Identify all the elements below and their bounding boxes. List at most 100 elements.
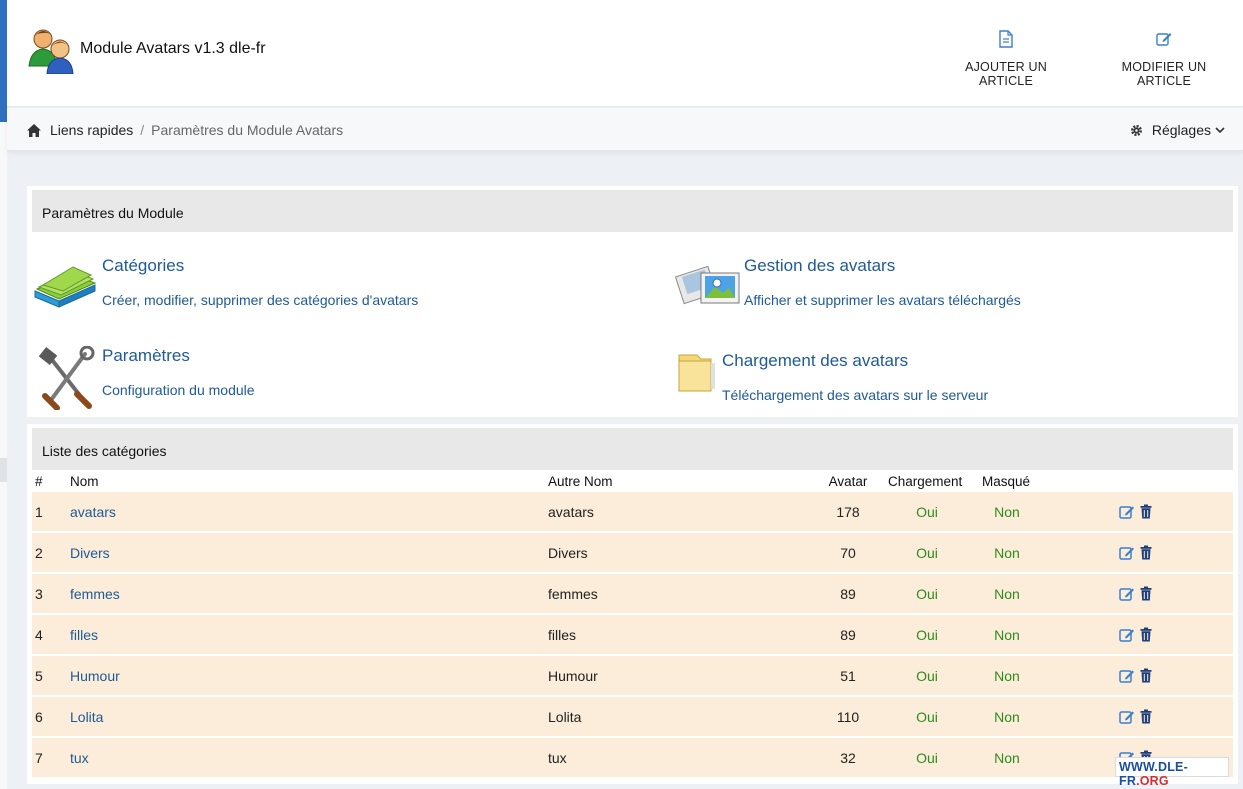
cell-number: 7 xyxy=(35,750,43,766)
col-header-upload: Chargement xyxy=(888,474,963,489)
breadcrumb: Liens rapides / Paramètres du Module Ava… xyxy=(27,122,343,138)
feature-categories[interactable]: Catégories Créer, modifier, supprimer de… xyxy=(33,256,633,316)
row-actions xyxy=(1119,586,1159,602)
users-avatar-icon xyxy=(28,29,74,74)
add-article-button[interactable]: AJOUTER UN ARTICLE xyxy=(942,30,1070,88)
add-article-label: AJOUTER UN ARTICLE xyxy=(965,60,1047,88)
cell-hidden: Non xyxy=(994,545,1020,561)
table-row: 6 Lolita Lolita 110 Oui Non xyxy=(32,697,1233,736)
trash-icon[interactable] xyxy=(1140,504,1152,519)
cell-other-name: femmes xyxy=(548,586,598,602)
row-actions xyxy=(1119,668,1159,684)
cell-upload: Oui xyxy=(916,709,938,725)
cell-name-link[interactable]: femmes xyxy=(70,586,120,602)
edit-icon[interactable] xyxy=(1119,504,1135,519)
watermark: WWW.DLE-FR.ORG xyxy=(1115,757,1229,788)
watermark-tld: .ORG xyxy=(1136,774,1169,788)
row-actions xyxy=(1119,545,1159,561)
col-header-avatar: Avatar xyxy=(828,474,868,489)
trash-icon[interactable] xyxy=(1140,627,1152,642)
feature-avatar-management[interactable]: Gestion des avatars Afficher et supprime… xyxy=(675,256,1235,316)
cell-other-name: tux xyxy=(548,750,567,766)
home-icon xyxy=(27,123,41,137)
cell-upload: Oui xyxy=(916,627,938,643)
feature-avatar-management-title[interactable]: Gestion des avatars xyxy=(744,256,895,276)
top-header: Module Avatars v1.3 dle-fr AJOUTER UN AR… xyxy=(7,0,1243,107)
table-row: 7 tux tux 32 Oui Non xyxy=(32,738,1233,777)
cell-number: 2 xyxy=(35,545,43,561)
left-edge xyxy=(0,0,7,789)
cell-other-name: Divers xyxy=(548,545,588,561)
cell-number: 4 xyxy=(35,627,43,643)
feature-parameters-desc[interactable]: Configuration du module xyxy=(102,382,255,398)
edit-icon xyxy=(1156,33,1172,46)
row-actions xyxy=(1119,709,1159,725)
edit-article-label: MODIFIER UN ARTICLE xyxy=(1121,60,1207,88)
cell-hidden: Non xyxy=(994,504,1020,520)
feature-avatar-upload-desc[interactable]: Téléchargement des avatars sur le serveu… xyxy=(722,387,988,403)
trash-icon[interactable] xyxy=(1140,545,1152,560)
cell-name-link[interactable]: Lolita xyxy=(70,709,103,725)
cell-other-name: Humour xyxy=(548,668,598,684)
cell-other-name: avatars xyxy=(548,504,594,520)
col-header-number: # xyxy=(35,474,43,489)
breadcrumb-current: Paramètres du Module Avatars xyxy=(151,122,344,138)
categories-panel: Liste des catégories # Nom Autre Nom Ava… xyxy=(27,424,1238,784)
cell-name-link[interactable]: avatars xyxy=(70,504,116,520)
module-panel-title: Paramètres du Module xyxy=(32,190,1233,232)
row-actions xyxy=(1119,504,1159,520)
cell-name-link[interactable]: Divers xyxy=(70,545,110,561)
photos-icon xyxy=(675,265,740,305)
feature-avatar-management-desc[interactable]: Afficher et supprimer les avatars téléch… xyxy=(744,292,1021,308)
cell-upload: Oui xyxy=(916,750,938,766)
feature-categories-title[interactable]: Catégories xyxy=(102,256,184,276)
cell-hidden: Non xyxy=(994,586,1020,602)
cell-avatar-count: 70 xyxy=(840,545,856,561)
cell-name-link[interactable]: Humour xyxy=(70,668,120,684)
feature-avatar-upload[interactable]: Chargement des avatars Téléchargement de… xyxy=(675,351,1235,411)
cell-number: 6 xyxy=(35,709,43,725)
feature-parameters[interactable]: Paramètres Configuration du module xyxy=(33,346,633,410)
feature-categories-desc[interactable]: Créer, modifier, supprimer des catégorie… xyxy=(102,292,418,308)
breadcrumb-separator: / xyxy=(140,122,145,138)
cell-avatar-count: 178 xyxy=(836,504,860,520)
edit-icon[interactable] xyxy=(1119,627,1135,642)
col-header-other-name: Autre Nom xyxy=(548,474,613,489)
cell-number: 1 xyxy=(35,504,43,520)
table-header: # Nom Autre Nom Avatar Chargement Masqué xyxy=(32,474,1233,492)
edit-icon[interactable] xyxy=(1119,668,1135,683)
gear-icon xyxy=(1130,124,1142,136)
edit-icon[interactable] xyxy=(1119,586,1135,601)
feature-avatar-upload-title[interactable]: Chargement des avatars xyxy=(722,351,908,371)
feature-parameters-title[interactable]: Paramètres xyxy=(102,346,190,366)
cell-other-name: filles xyxy=(548,627,577,643)
edit-icon[interactable] xyxy=(1119,545,1135,560)
table-row: 1 avatars avatars 178 Oui Non xyxy=(32,492,1233,531)
document-icon xyxy=(999,30,1013,48)
settings-dropdown[interactable]: Réglages xyxy=(1130,122,1225,138)
trash-icon[interactable] xyxy=(1140,709,1152,724)
cell-number: 3 xyxy=(35,586,43,602)
trash-icon[interactable] xyxy=(1140,586,1152,601)
cell-name-link[interactable]: tux xyxy=(70,750,89,766)
cell-name-link[interactable]: filles xyxy=(70,627,98,643)
table-row: 5 Humour Humour 51 Oui Non xyxy=(32,656,1233,695)
cell-upload: Oui xyxy=(916,504,938,520)
categories-panel-title: Liste des catégories xyxy=(32,428,1233,470)
cell-number: 5 xyxy=(35,668,43,684)
trash-icon[interactable] xyxy=(1140,668,1152,683)
row-actions xyxy=(1119,627,1159,643)
settings-label: Réglages xyxy=(1151,122,1211,138)
edit-icon[interactable] xyxy=(1119,709,1135,724)
col-header-hidden: Masqué xyxy=(982,474,1031,489)
breadcrumb-home-link[interactable]: Liens rapides xyxy=(50,122,133,138)
table-row: 3 femmes femmes 89 Oui Non xyxy=(32,574,1233,613)
cell-upload: Oui xyxy=(916,586,938,602)
tools-icon xyxy=(38,346,95,410)
app-title: Module Avatars v1.3 dle-fr xyxy=(80,40,266,57)
edit-article-button[interactable]: MODIFIER UN ARTICLE xyxy=(1095,30,1233,88)
cell-hidden: Non xyxy=(994,627,1020,643)
cell-hidden: Non xyxy=(994,709,1020,725)
cell-other-name: Lolita xyxy=(548,709,582,725)
cell-avatar-count: 110 xyxy=(836,709,860,725)
